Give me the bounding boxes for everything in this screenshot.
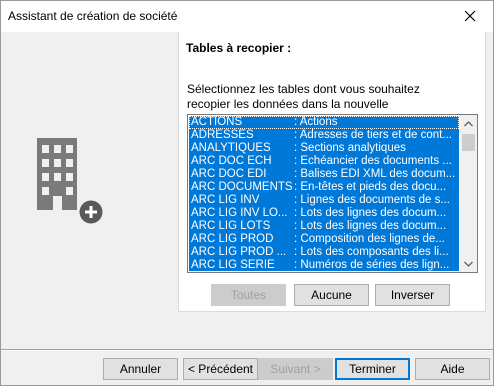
instructions-line-1: Sélectionnez les tables dont vous souhai… [187, 82, 420, 96]
instructions-text: Sélectionnez les tables dont vous souhai… [187, 82, 477, 112]
table-description: : Numéros de séries des lign... [294, 259, 450, 271]
chevron-down-icon [464, 261, 473, 267]
list-item[interactable]: ARC LIG LOTS : Lots des lignes des docum… [189, 220, 459, 233]
building-icon [37, 138, 77, 210]
instructions-line-2: recopier les données dans la nouvelle [187, 97, 389, 111]
table-code: ANALYTIQUES [191, 142, 271, 154]
table-description: : Actions [294, 116, 338, 128]
window-title: Assistant de création de société [8, 9, 178, 23]
table-description: : Echéancier des documents ... [294, 155, 452, 167]
previous-button[interactable]: < Précédent [183, 358, 258, 380]
vertical-scrollbar[interactable] [460, 115, 477, 272]
table-code: ARC LIG INV LO... [191, 207, 288, 219]
list-item[interactable]: ARC LIG INV LO... : Lots des lignes des … [189, 207, 459, 220]
table-description: : Sections analytiques [294, 142, 406, 154]
table-code: ARC DOCUMENTS [191, 181, 293, 193]
help-button[interactable]: Aide [415, 358, 490, 380]
table-code: ARC LIG LOTS [191, 220, 271, 232]
chevron-up-icon [464, 121, 473, 127]
close-button[interactable] [449, 1, 493, 32]
list-item[interactable]: ARC LIG PROD : Composition des lignes de… [189, 233, 459, 246]
list-item[interactable]: ANALYTIQUES : Sections analytiques [189, 142, 459, 155]
invert-selection-button[interactable]: Inverser [375, 284, 450, 306]
tables-list: ACTIONS : Actions ADRESSES : Adresses de… [189, 116, 459, 271]
next-button[interactable]: Suivant > [258, 358, 333, 380]
select-all-button[interactable]: Toutes [211, 284, 286, 306]
scrollbar-thumb[interactable] [462, 134, 475, 151]
list-item[interactable]: ARC LIG SERIE : Numéros de séries des li… [189, 259, 459, 271]
tables-listbox[interactable]: ACTIONS : Actions ADRESSES : Adresses de… [187, 114, 478, 273]
table-description: : Balises EDI XML des docum... [294, 168, 456, 180]
add-company-icon [37, 138, 105, 226]
table-code: ACTIONS [191, 116, 243, 128]
list-item[interactable]: ARC DOC EDI : Balises EDI XML des docum.… [189, 168, 459, 181]
list-item[interactable]: ARC LIG PROD ... : Lots des composants d… [189, 246, 459, 259]
scroll-up-button[interactable] [460, 115, 477, 132]
list-item[interactable]: ARC DOC ECH : Echéancier des documents .… [189, 155, 459, 168]
table-description: : Lots des lignes des docum... [294, 207, 447, 219]
tables-panel: Tables à recopier : Sélectionnez les tab… [178, 32, 486, 312]
table-code: ARC LIG INV [191, 194, 260, 206]
select-none-button[interactable]: Aucune [294, 284, 369, 306]
table-code: ARC DOC EDI [191, 168, 267, 180]
cancel-button[interactable]: Annuler [103, 358, 178, 380]
table-description: : Adresses de tiers et de cont... [294, 129, 452, 141]
section-title: Tables à recopier : [186, 41, 292, 55]
scroll-down-button[interactable] [460, 255, 477, 272]
table-description: : Composition des lignes de... [294, 233, 445, 245]
table-code: ARC LIG SERIE [191, 259, 275, 271]
wizard-window: Assistant de création de société Tables … [0, 0, 494, 386]
table-description: : Lots des lignes des docum... [294, 220, 447, 232]
list-item[interactable]: ADRESSES : Adresses de tiers et de cont.… [189, 129, 459, 142]
table-code: ADRESSES [191, 129, 254, 141]
table-code: ARC DOC ECH [191, 155, 272, 167]
table-description: : Lignes des documents de s... [294, 194, 450, 206]
title-bar: Assistant de création de société [1, 1, 493, 32]
table-code: ARC LIG PROD [191, 233, 274, 245]
table-code: ARC LIG PROD ... [191, 246, 287, 258]
finish-button[interactable]: Terminer [335, 358, 410, 380]
list-item[interactable]: ACTIONS : Actions [189, 116, 459, 129]
table-description: : En-têtes et pieds des docu... [294, 181, 447, 193]
close-icon [464, 10, 476, 22]
list-item[interactable]: ARC DOCUMENTS : En-têtes et pieds des do… [189, 181, 459, 194]
footer-separator [1, 349, 493, 351]
table-description: : Lots des composants des li... [294, 246, 449, 258]
list-item[interactable]: ARC LIG INV : Lignes des documents de s.… [189, 194, 459, 207]
plus-circle-icon [77, 198, 105, 226]
